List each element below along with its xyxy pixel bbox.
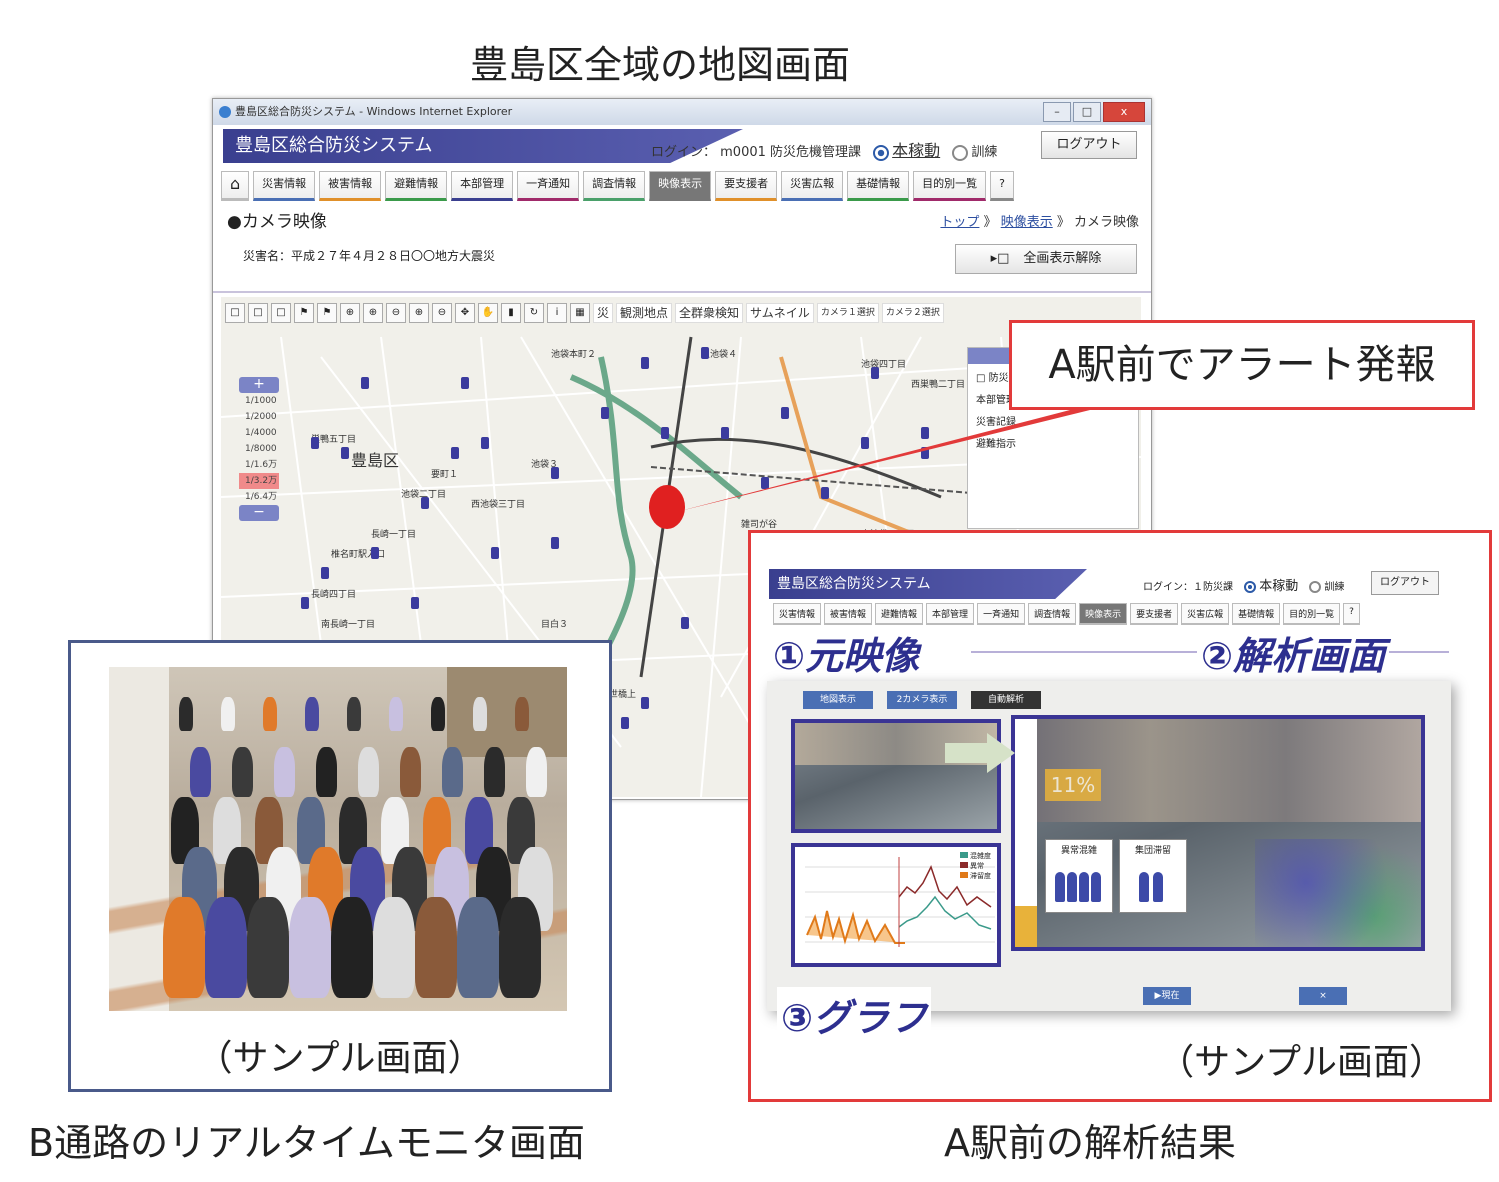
pedestrian (221, 697, 235, 731)
analysis-result-box: 豊島区総合防災システム ログイン：１防災課 本稼動 訓練 ログアウト 災害情報被… (748, 530, 1492, 1102)
pedestrian (247, 897, 289, 998)
analysis-nav-item[interactable]: 一斉通知 (977, 603, 1026, 625)
pedestrian (316, 747, 337, 798)
graph-legend-label: 混雑度 (970, 852, 991, 860)
pedestrian (457, 897, 499, 998)
abnormal-congestion-label: 異常混雑 (1060, 846, 1097, 856)
group-icon (1129, 862, 1177, 902)
pedestrian (179, 697, 193, 731)
analysis-nav-item[interactable]: 災害情報 (773, 603, 822, 625)
pedestrian (274, 747, 295, 798)
original-video-thumbnail[interactable] (791, 719, 1001, 833)
group-stay-badge: 集団滞留 (1119, 839, 1187, 913)
analysis-nav-item[interactable]: 基礎情報 (1232, 603, 1281, 625)
abnormal-congestion-badge: 異常混雑 (1045, 839, 1113, 913)
pedestrian (499, 897, 541, 998)
pedestrian (232, 747, 253, 798)
analysis-video[interactable]: 11% 異常混雑 集団滞留 (1011, 715, 1425, 951)
label-analysis-screen: ②解析画面 (1197, 625, 1390, 680)
analysis-login-text: ログイン：１防災課 (1143, 582, 1233, 593)
analysis-nav-item[interactable]: 要支援者 (1130, 603, 1179, 625)
pedestrian (400, 747, 421, 798)
analysis-login: ログイン：１防災課 本稼動 訓練 (1143, 575, 1344, 594)
analysis-mode-training-radio[interactable] (1309, 581, 1322, 593)
analysis-mode-live-label: 本稼動 (1259, 579, 1299, 594)
graph-legend-item: 異常 (960, 861, 991, 871)
analysis-nav-item[interactable]: 目的別一覧 (1283, 603, 1341, 625)
pedestrian (358, 747, 379, 798)
analysis-nav-item[interactable]: 調査情報 (1028, 603, 1077, 625)
realtime-monitor-box: （サンプル画面） (68, 640, 612, 1092)
pedestrian (331, 897, 373, 998)
analysis-nav-item[interactable]: 災害広報 (1181, 603, 1230, 625)
group-stay-label: 集団滞留 (1134, 846, 1171, 856)
alert-callout: A駅前でアラート発報 (1009, 320, 1475, 410)
pedestrian (190, 747, 211, 798)
escalator (447, 667, 567, 757)
analysis-nav-item[interactable]: 映像表示 (1079, 603, 1128, 625)
graph-legend-item: 混雑度 (960, 851, 991, 861)
crowd-overlay (1255, 839, 1421, 947)
pedestrian (484, 747, 505, 798)
graph-legend-item: 滞留度 (960, 871, 991, 881)
label-original-video: ①元映像 (769, 625, 924, 680)
pedestrian (163, 897, 205, 998)
pedestrian (442, 747, 463, 798)
pedestrian (205, 897, 247, 998)
pedestrian (515, 697, 529, 731)
pedestrian (415, 897, 457, 998)
analysis-nav-item[interactable]: 被害情報 (824, 603, 873, 625)
monitor-video-frame (109, 667, 567, 1011)
pedestrian (347, 697, 361, 731)
tab-auto-analysis[interactable]: 自動解析 (971, 691, 1041, 709)
crowd-percent: 11% (1045, 769, 1101, 801)
pedestrian (305, 697, 319, 731)
analysis-nav-item[interactable]: 本部管理 (926, 603, 975, 625)
analysis-mode-training-label: 訓練 (1324, 582, 1345, 593)
pedestrian (263, 697, 277, 731)
analysis-sample-label: （サンプル画面） (1158, 1042, 1445, 1083)
now-button[interactable]: ▶現在 (1143, 987, 1191, 1005)
graph-legend: 混雑度 異常 滞留度 (960, 851, 991, 881)
analysis-nav: 災害情報 被害情報 避難情報 本部管理 一斉通知 調査情報 映像表示 要支援者 災害広報 基礎情報… (773, 603, 1360, 625)
pedestrian (526, 747, 547, 798)
analysis-mode-live-radio[interactable] (1244, 581, 1257, 593)
pedestrian (431, 697, 445, 731)
monitor-sample-label: （サンプル画面） (196, 1038, 484, 1079)
pedestrian (289, 897, 331, 998)
analysis-panel: 地図表示 2カメラ表示 自動解析 11% 異常混雑 集団滞留 混雑度 異常 滞留… (767, 681, 1451, 1011)
caption-analysis-result: A駅前の解析結果 (944, 1121, 1236, 1165)
pedestrian (373, 897, 415, 998)
caption-monitor-screen: B通路のリアルタイムモニタ画面 (28, 1121, 585, 1165)
graph-legend-label: 異常 (970, 862, 984, 870)
label-graph: ③グラフ (777, 987, 932, 1042)
other-button[interactable]: × (1299, 987, 1347, 1005)
crowd-icon (1055, 862, 1103, 902)
analysis-app-title: 豊島区総合防災システム (769, 569, 1087, 599)
analysis-nav-item[interactable]: 避難情報 (875, 603, 924, 625)
pedestrian (473, 697, 487, 731)
pedestrian (389, 697, 403, 731)
crowd-graph: 混雑度 異常 滞留度 (791, 843, 1001, 967)
tab-two-camera[interactable]: 2カメラ表示 (887, 691, 957, 709)
analysis-logout-button[interactable]: ログアウト (1371, 571, 1439, 595)
graph-legend-label: 滞留度 (970, 872, 991, 880)
tab-map-view[interactable]: 地図表示 (803, 691, 873, 709)
level-bar-fill (1015, 905, 1037, 947)
analysis-nav-item[interactable]: ? (1343, 603, 1360, 625)
